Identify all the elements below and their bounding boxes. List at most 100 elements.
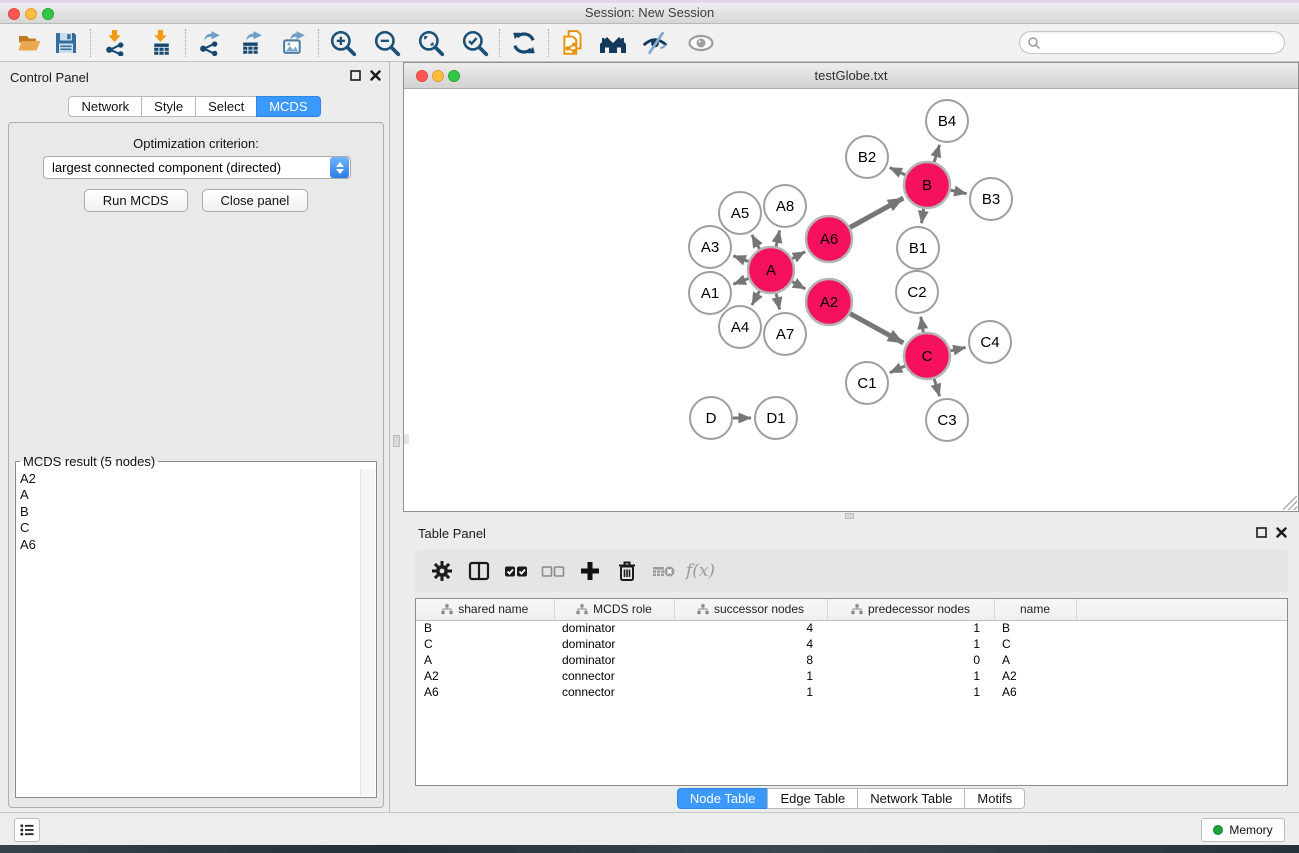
close-table-panel-icon[interactable] xyxy=(1276,527,1287,538)
graph-node-A6[interactable]: A6 xyxy=(806,216,852,262)
graph-edge-B-B3[interactable] xyxy=(950,190,966,194)
table-cell[interactable]: connector xyxy=(554,684,674,700)
delete-table-icon[interactable] xyxy=(645,554,682,588)
clear-checkboxes-icon[interactable] xyxy=(534,554,571,588)
refresh-view-icon[interactable] xyxy=(507,27,541,59)
graph-node-C4[interactable]: C4 xyxy=(969,321,1011,363)
home-icon[interactable] xyxy=(596,27,630,59)
graph-node-A4[interactable]: A4 xyxy=(719,306,761,348)
zoom-selected-icon[interactable] xyxy=(458,27,492,59)
table-cell[interactable]: 1 xyxy=(827,684,994,700)
graph-edge-B-B1[interactable] xyxy=(922,209,924,223)
zoom-network-button[interactable] xyxy=(448,70,460,82)
table-cell[interactable]: 0 xyxy=(827,652,994,668)
mcds-result-item[interactable]: A6 xyxy=(20,537,376,553)
import-table-icon[interactable] xyxy=(144,27,178,59)
table-cell[interactable]: 1 xyxy=(674,684,827,700)
table-cell[interactable]: A xyxy=(416,652,554,668)
table-cell[interactable]: 1 xyxy=(674,668,827,684)
graph-node-D[interactable]: D xyxy=(690,397,732,439)
graph-edge-A-A2[interactable] xyxy=(792,282,805,289)
table-row[interactable]: Adominator80A xyxy=(416,652,1287,668)
tab-network[interactable]: Network xyxy=(68,96,142,117)
graph-node-C3[interactable]: C3 xyxy=(926,399,968,441)
graph-edge-A-A3[interactable] xyxy=(733,256,748,262)
graph-edge-C-C3[interactable] xyxy=(934,379,939,396)
graph-node-A1[interactable]: A1 xyxy=(689,272,731,314)
split-columns-icon[interactable] xyxy=(460,554,497,588)
run-mcds-button[interactable]: Run MCDS xyxy=(84,189,188,212)
table-cell[interactable]: connector xyxy=(554,668,674,684)
add-column-icon[interactable] xyxy=(571,554,608,588)
import-network-icon[interactable] xyxy=(98,27,132,59)
table-row[interactable]: Cdominator41C xyxy=(416,636,1287,652)
table-row[interactable]: A2connector11A2 xyxy=(416,668,1287,684)
graph-edge-A-A6[interactable] xyxy=(792,252,805,259)
tab-network-table[interactable]: Network Table xyxy=(857,788,965,809)
table-cell[interactable]: 1 xyxy=(827,620,994,636)
horizontal-splitter-handle[interactable] xyxy=(845,513,854,519)
table-cell[interactable]: C xyxy=(416,636,554,652)
tab-select[interactable]: Select xyxy=(195,96,257,117)
close-network-button[interactable] xyxy=(416,70,428,82)
criterion-dropdown[interactable]: largest connected component (directed) xyxy=(43,156,351,179)
splitter-handle[interactable] xyxy=(393,435,400,447)
graph-node-B3[interactable]: B3 xyxy=(970,178,1012,220)
zoom-in-icon[interactable] xyxy=(326,27,360,59)
select-all-checkboxes-icon[interactable] xyxy=(497,554,534,588)
graph-node-B2[interactable]: B2 xyxy=(846,136,888,178)
graph-edge-B-B4[interactable] xyxy=(934,145,939,162)
float-panel-icon[interactable] xyxy=(350,70,361,81)
search-input[interactable] xyxy=(1041,34,1284,52)
close-window-button[interactable] xyxy=(8,8,20,20)
graph-edge-C-C2[interactable] xyxy=(921,317,923,333)
minimize-window-button[interactable] xyxy=(25,8,37,20)
tab-style[interactable]: Style xyxy=(141,96,196,117)
zoom-fit-icon[interactable] xyxy=(414,27,448,59)
open-session-icon[interactable] xyxy=(13,27,47,59)
tab-node-table[interactable]: Node Table xyxy=(677,788,769,809)
table-cell[interactable]: 4 xyxy=(674,636,827,652)
duplicate-network-icon[interactable] xyxy=(556,27,590,59)
graph-edge-A-A1[interactable] xyxy=(733,278,748,284)
delete-column-trash-icon[interactable] xyxy=(608,554,645,588)
result-list-scrollbar[interactable] xyxy=(360,469,375,796)
column-header-successor-nodes[interactable]: successor nodes xyxy=(674,599,827,620)
mcds-result-item[interactable]: B xyxy=(20,504,376,520)
table-row[interactable]: A6connector11A6 xyxy=(416,684,1287,700)
graph-node-C1[interactable]: C1 xyxy=(846,362,888,404)
zoom-window-button[interactable] xyxy=(42,8,54,20)
graph-edge-A6-B[interactable] xyxy=(850,198,903,227)
gear-icon[interactable] xyxy=(423,554,460,588)
table-row[interactable]: Bdominator41B xyxy=(416,620,1287,636)
table-cell[interactable]: 1 xyxy=(827,668,994,684)
graph-node-D1[interactable]: D1 xyxy=(755,397,797,439)
float-table-panel-icon[interactable] xyxy=(1256,527,1267,538)
hide-panels-eye-icon[interactable] xyxy=(638,27,672,59)
table-cell[interactable]: B xyxy=(416,620,554,636)
search-field[interactable] xyxy=(1019,31,1285,54)
tab-motifs[interactable]: Motifs xyxy=(964,788,1025,809)
graph-node-A5[interactable]: A5 xyxy=(719,192,761,234)
graph-edge-B-B2[interactable] xyxy=(890,168,906,175)
resize-grip-icon[interactable] xyxy=(1283,496,1297,510)
column-header-shared-name[interactable]: shared name xyxy=(416,599,554,620)
table-cell[interactable]: A6 xyxy=(416,684,554,700)
graph-node-A[interactable]: A xyxy=(748,247,794,293)
table-cell[interactable]: 4 xyxy=(674,620,827,636)
graph-edge-A-A4[interactable] xyxy=(752,291,760,305)
table-cell[interactable]: A xyxy=(994,652,1076,668)
table-cell[interactable]: A6 xyxy=(994,684,1076,700)
mcds-result-item[interactable]: A xyxy=(20,487,376,503)
mcds-result-item[interactable]: A2 xyxy=(20,471,376,487)
graph-edge-A2-C[interactable] xyxy=(850,314,903,343)
minimize-network-button[interactable] xyxy=(432,70,444,82)
graph-node-B1[interactable]: B1 xyxy=(897,227,939,269)
save-session-icon[interactable] xyxy=(49,27,83,59)
graph-node-A8[interactable]: A8 xyxy=(764,185,806,227)
tab-edge-table[interactable]: Edge Table xyxy=(767,788,858,809)
table-cell[interactable]: A2 xyxy=(416,668,554,684)
table-cell[interactable]: dominator xyxy=(554,620,674,636)
column-header-predecessor-nodes[interactable]: predecessor nodes xyxy=(827,599,994,620)
table-cell[interactable]: B xyxy=(994,620,1076,636)
